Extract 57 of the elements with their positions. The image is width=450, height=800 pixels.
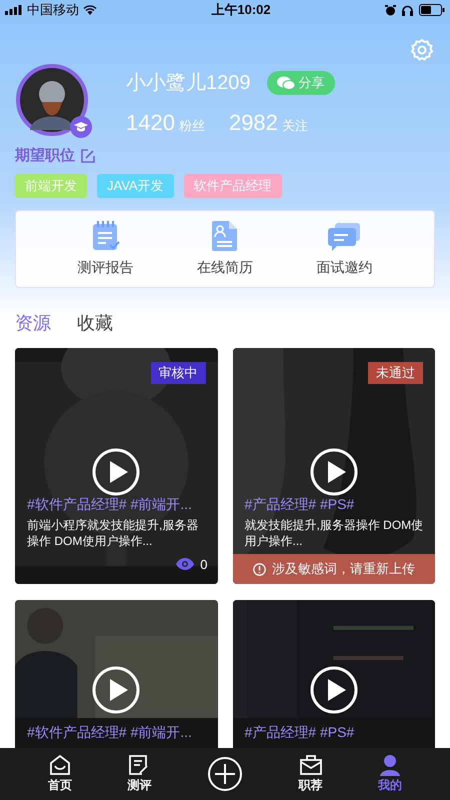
video-card[interactable]: #产品经理# #PS# [232,600,435,748]
edit-icon[interactable] [81,149,95,163]
job-tag: JAVA开发 [97,174,174,198]
status-badge: 审核中 [150,362,206,384]
carrier-name: 中国移动 [27,1,79,20]
topic-tags: #产品经理# #PS# [244,494,427,515]
section-title: 期望职位 [15,146,75,166]
tab-bar-item[interactable]: 测评 [127,754,152,794]
note-edit-icon [128,754,150,776]
headphones-icon [402,4,413,16]
add-icon[interactable] [206,756,243,792]
graduation-cap-icon [70,116,92,138]
clock-time: 上午10:02 [211,1,271,20]
home-icon [48,754,71,776]
person-icon [379,754,402,776]
video-card[interactable]: #软件产品经理# #前端开... [15,600,218,748]
job-tag: 前端开发 [15,174,87,198]
following-label: 关注 [282,117,308,135]
signal-icon [5,5,23,15]
alarm-icon [385,4,396,16]
video-description: 前端小程序就发技能提升,服务器操作 DOM使用户操作... [27,517,200,549]
shortcut-button[interactable]: 在线简历 [196,220,253,278]
notepad-icon [92,220,120,250]
tab-bar-item[interactable]: 职荐 [298,754,323,794]
resume-icon [212,220,238,250]
following-count: 2982 [228,109,278,137]
tab-bar-item[interactable]: 首页 [48,754,72,794]
shortcut-button[interactable]: 面试邀约 [316,220,372,278]
shortcut-button[interactable]: 测评报告 [78,220,134,278]
video-card[interactable]: 审核中 #软件产品经理# #前端开... 前端小程序就发技能提升,服务器操作 DOM使用户操作... 0 [15,348,218,584]
chat-bubbles-icon [276,76,294,90]
play-icon[interactable] [92,666,140,714]
tab-bar-item[interactable]: 我的 [378,754,402,794]
content-tab[interactable]: 资源 [15,310,51,336]
topic-tags: #软件产品经理# #前端开... [27,494,210,515]
status-badge: 未通过 [368,362,423,384]
warning-icon [252,562,266,576]
job-tag: 软件产品经理 [184,174,282,198]
play-icon[interactable] [310,448,358,496]
video-description: 就发技能提升,服务器操作 DOM使用户操作... [244,517,424,549]
view-count: 0 [200,556,208,574]
topic-tags: #软件产品经理# #前端开... [27,722,206,743]
fans-label: 粉丝 [178,117,205,135]
avatar [16,64,88,136]
play-icon[interactable] [310,666,358,714]
message-icon [328,222,360,250]
user-name: 小小鹭儿1209 [126,71,250,96]
wifi-icon [83,5,97,15]
content-tab[interactable]: 收藏 [77,310,113,336]
briefcase-icon [298,754,323,776]
eye-icon [176,558,194,570]
notice-text: 涉及敏感词，请重新上传 [272,560,415,578]
battery-icon [419,4,445,16]
fans-count: 1420 [126,109,175,137]
video-card[interactable]: 未通过 #产品经理# #PS# 就发技能提升,服务器操作 DOM使用户操作... 涉及敏感词，请重新上传 [232,348,435,584]
play-icon[interactable] [92,448,140,496]
topic-tags: #产品经理# #PS# [244,722,423,743]
